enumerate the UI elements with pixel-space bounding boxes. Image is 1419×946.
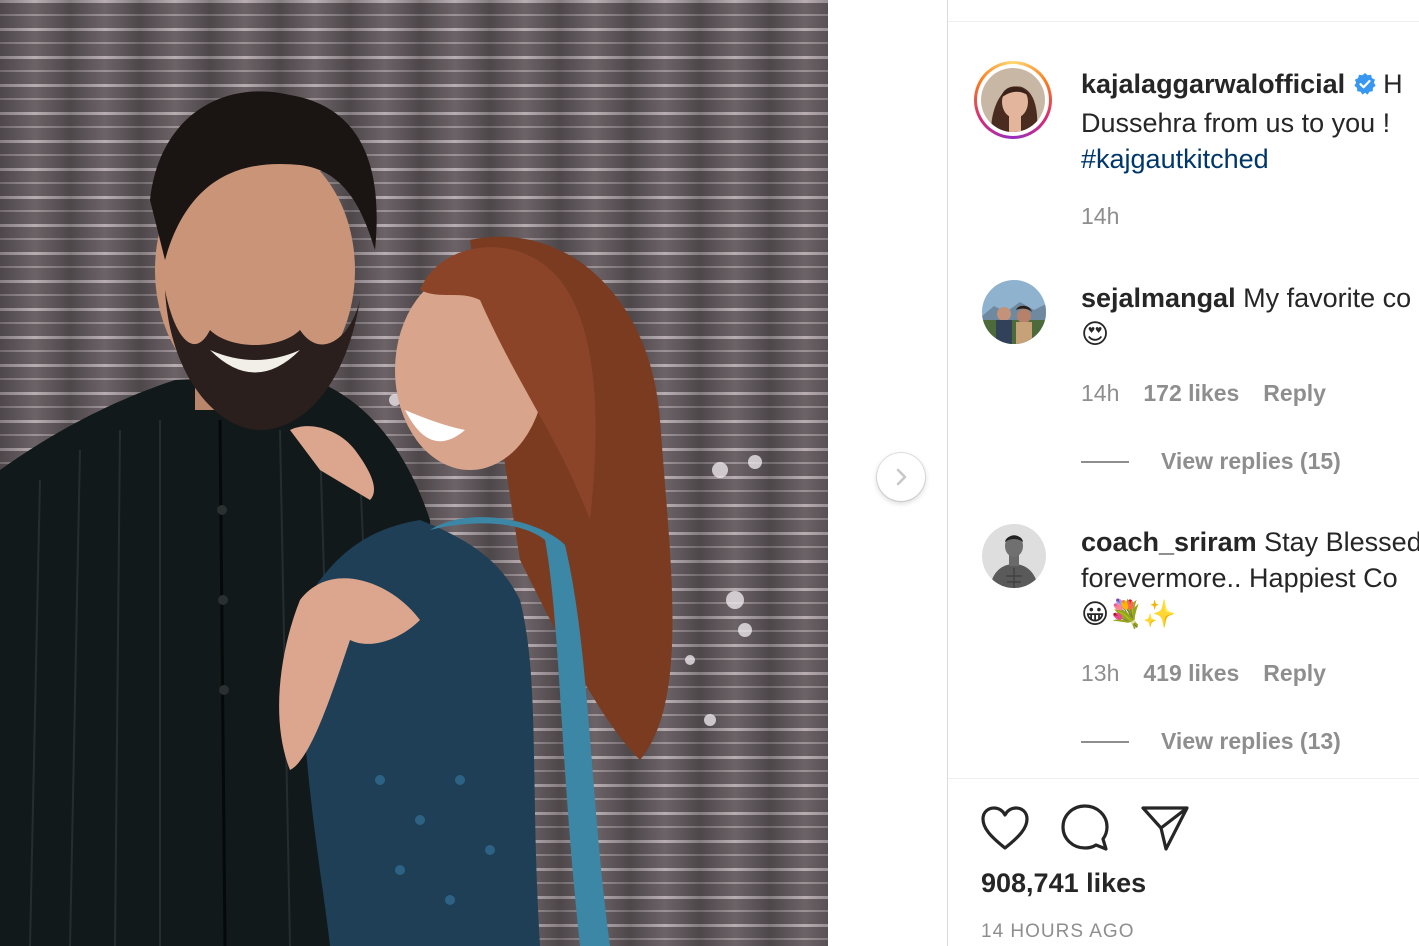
heart-icon bbox=[981, 806, 1029, 850]
comment-likes[interactable]: 419 likes bbox=[1143, 660, 1239, 686]
comment-time[interactable]: 13h bbox=[1081, 660, 1119, 686]
owner-avatar-ring[interactable] bbox=[974, 61, 1052, 139]
view-replies-button[interactable]: View replies (13) bbox=[1081, 728, 1341, 755]
caption-meta: 14h bbox=[1081, 203, 1143, 230]
paper-plane-icon bbox=[1141, 806, 1189, 851]
replies-line bbox=[1081, 740, 1129, 743]
comment-username[interactable]: coach_sriram bbox=[1081, 527, 1257, 557]
header-divider bbox=[948, 21, 1419, 22]
carousel-gutter bbox=[828, 0, 947, 946]
comment-text: My favorite co bbox=[1243, 283, 1412, 313]
comment-text-line2: forevermore.. Happiest Co bbox=[1081, 563, 1398, 593]
replies-line bbox=[1081, 460, 1129, 463]
caption-text-line1: H bbox=[1383, 69, 1403, 99]
comment-body: coach_sriram Stay Blessed forevermore.. … bbox=[1081, 524, 1419, 632]
likes-count[interactable]: 908,741 likes bbox=[981, 868, 1146, 899]
share-button[interactable] bbox=[1139, 802, 1191, 854]
caption-time[interactable]: 14h bbox=[1081, 203, 1119, 229]
view-replies-label: View replies (13) bbox=[1161, 728, 1341, 754]
view-replies-button[interactable]: View replies (15) bbox=[1081, 448, 1341, 475]
comment-username[interactable]: sejalmangal bbox=[1081, 283, 1236, 313]
chevron-right-icon bbox=[896, 468, 907, 486]
post-time-ago[interactable]: 14 HOURS AGO bbox=[981, 921, 1135, 943]
comment-emoji: 😀💐✨ bbox=[1081, 599, 1177, 629]
like-button[interactable] bbox=[979, 802, 1031, 854]
caption-hashtag[interactable]: #kajgautkitched bbox=[1081, 141, 1419, 177]
post-photo-image bbox=[0, 0, 828, 946]
comment-time[interactable]: 14h bbox=[1081, 380, 1119, 406]
comment-emoji: 😍 bbox=[1081, 319, 1110, 349]
next-slide-button[interactable] bbox=[877, 453, 925, 501]
comment-body: sejalmangal My favorite co 😍 bbox=[1081, 280, 1419, 352]
comment-avatar[interactable] bbox=[982, 524, 1046, 588]
actions-divider bbox=[948, 778, 1419, 779]
comment-avatar[interactable] bbox=[982, 280, 1046, 344]
comment-meta: 14h 172 likes Reply bbox=[1081, 380, 1350, 407]
post-sidebar: kajalaggarwalofficial H Dussehra from us … bbox=[947, 0, 1419, 946]
reply-button[interactable]: Reply bbox=[1263, 660, 1326, 686]
owner-avatar bbox=[981, 68, 1045, 132]
view-replies-label: View replies (15) bbox=[1161, 448, 1341, 474]
caption-username[interactable]: kajalaggarwalofficial bbox=[1081, 69, 1345, 99]
comment-meta: 13h 419 likes Reply bbox=[1081, 660, 1350, 687]
comment-button[interactable] bbox=[1059, 802, 1111, 854]
caption-text-line2: Dussehra from us to you ! bbox=[1081, 108, 1391, 138]
comment-icon bbox=[1061, 804, 1109, 851]
verified-badge-icon bbox=[1353, 69, 1377, 105]
comment-likes[interactable]: 172 likes bbox=[1143, 380, 1239, 406]
post-photo[interactable] bbox=[0, 0, 828, 946]
comment-text: Stay Blessed bbox=[1264, 527, 1419, 557]
caption: kajalaggarwalofficial H Dussehra from us … bbox=[1081, 66, 1419, 177]
reply-button[interactable]: Reply bbox=[1263, 380, 1326, 406]
